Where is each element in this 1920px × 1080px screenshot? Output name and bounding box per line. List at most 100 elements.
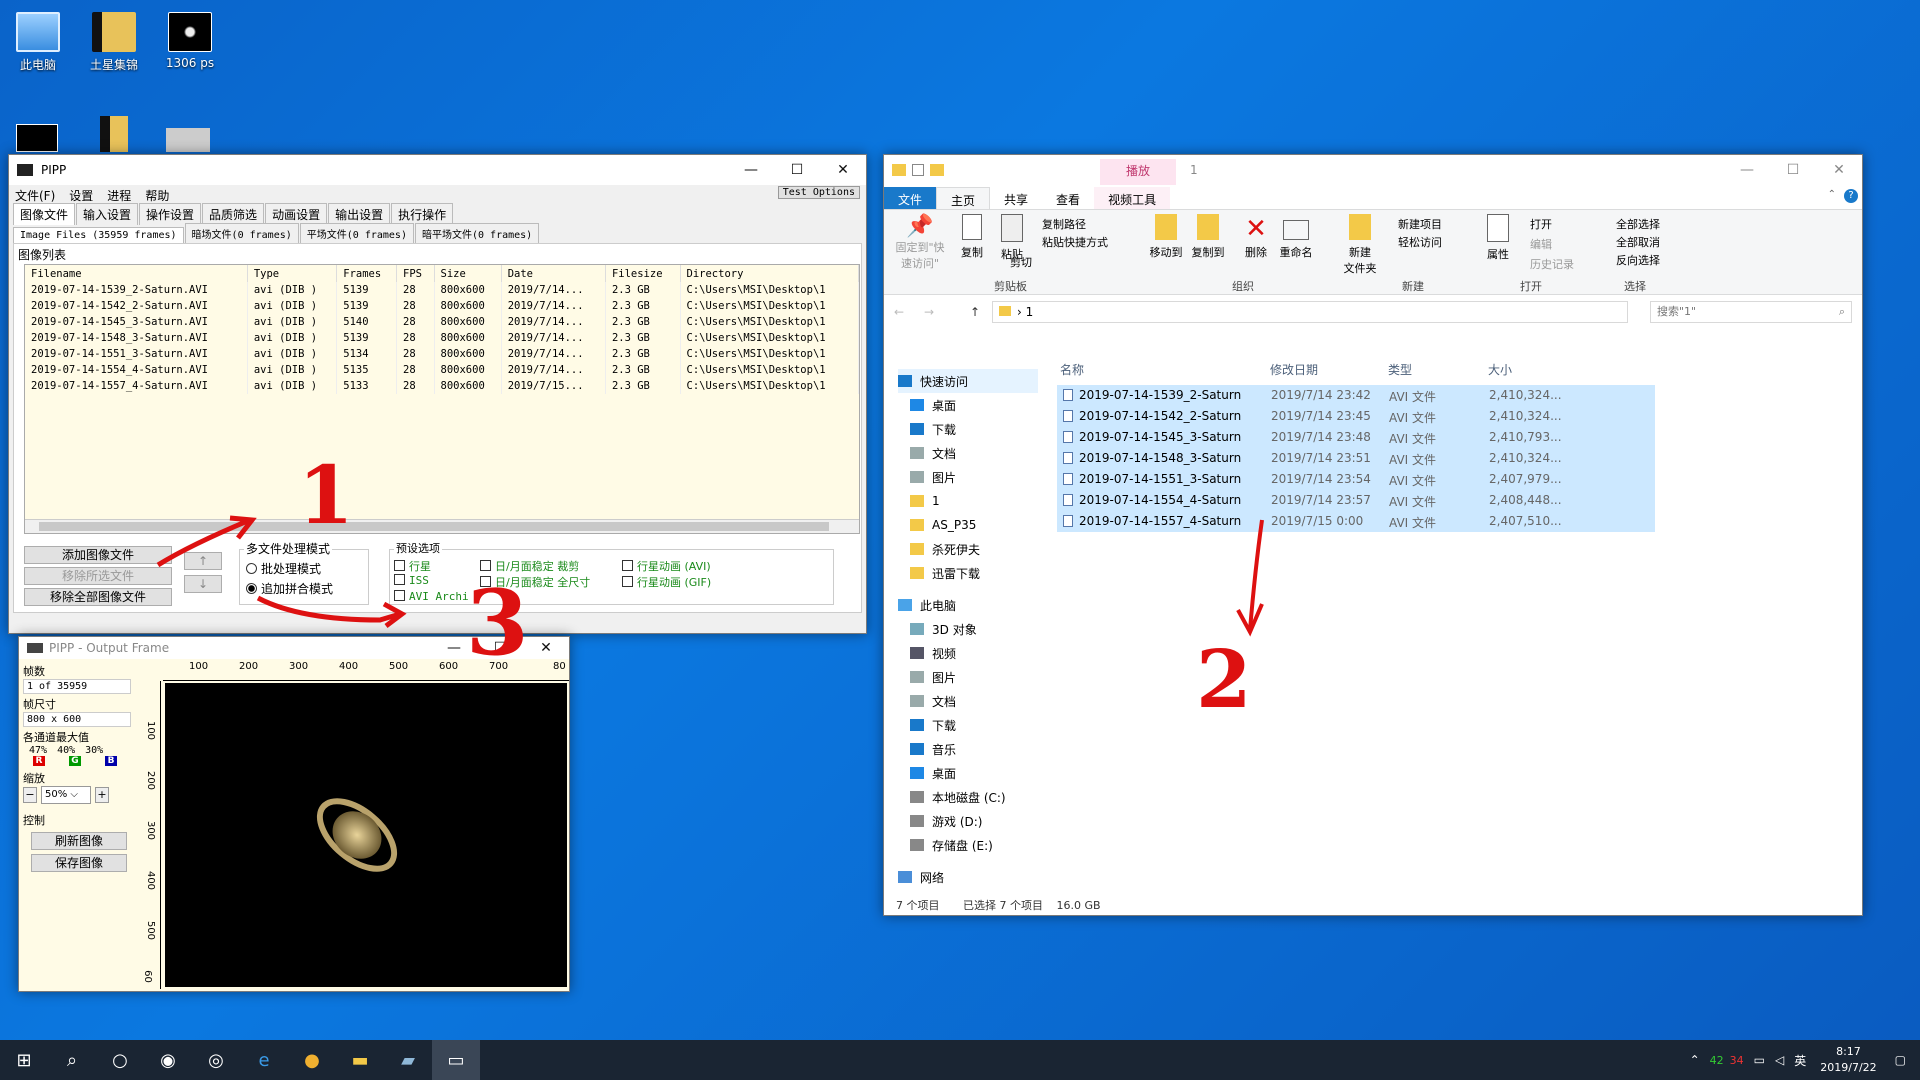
nav-item[interactable]: 桌面 (898, 393, 1038, 417)
file-row[interactable]: 2019-07-14-1545_3-Saturn 2019/7/14 23:48 A… (1057, 427, 1655, 448)
subtab-flats[interactable]: 平场文件(0 frames) (299, 223, 414, 243)
column-header[interactable]: Frames (336, 265, 398, 282)
chrome-icon[interactable]: ● (288, 1040, 336, 1080)
preset-anim-gif[interactable]: 行星动画 (GIF) (622, 574, 711, 590)
tab-share[interactable]: 共享 (990, 187, 1042, 209)
nav-item[interactable]: 文档 (898, 441, 1038, 465)
nav-item[interactable]: 文档 (898, 689, 1038, 713)
nav-item[interactable]: 1 (898, 489, 1038, 513)
back-icon[interactable]: ← (894, 305, 904, 319)
copy-path-button[interactable]: 复制路径 (1042, 216, 1086, 232)
table-row[interactable]: 2019-07-14-1545_3-Saturn.AVI avi (DIB ) 51… (25, 314, 859, 330)
table-row[interactable]: 2019-07-14-1551_3-Saturn.AVI avi (DIB ) 51… (25, 346, 859, 362)
subtab-darks[interactable]: 暗场文件(0 frames) (184, 223, 299, 243)
output-frame-canvas[interactable] (165, 683, 567, 987)
new-folder-button[interactable]: 新建 文件夹 (1340, 214, 1380, 276)
nav-item[interactable]: 快速访问 (898, 369, 1038, 393)
zoom-select[interactable]: 50% ⌵ (41, 786, 91, 804)
column-header[interactable]: FPS (396, 265, 435, 282)
column-header[interactable]: Size (434, 265, 502, 282)
file-row[interactable]: 2019-07-14-1557_4-Saturn 2019/7/15 0:00 AV… (1057, 511, 1655, 532)
subtab-darkflats[interactable]: 暗平场文件(0 frames) (414, 223, 540, 243)
volume-icon[interactable]: ◁ (1775, 1053, 1784, 1067)
maximize-icon[interactable]: ☐ (1770, 155, 1816, 185)
tab-quality[interactable]: 品质筛选 (202, 203, 265, 225)
column-header[interactable]: Directory (680, 265, 859, 282)
select-none-button[interactable]: 全部取消 (1616, 234, 1660, 250)
file-row[interactable]: 2019-07-14-1551_3-Saturn 2019/7/14 23:54 A… (1057, 469, 1655, 490)
nav-item[interactable]: 此电脑 (898, 593, 1038, 617)
tab-file[interactable]: 文件 (884, 187, 937, 209)
nav-item[interactable]: 下载 (898, 417, 1038, 441)
remove-all-button[interactable]: 移除全部图像文件 (24, 588, 172, 606)
file-row[interactable]: 2019-07-14-1539_2-Saturn 2019/7/14 23:42 A… (1057, 385, 1655, 406)
join-mode-radio[interactable]: 追加拼合模式 (246, 580, 333, 597)
easy-access-button[interactable]: 轻松访问 (1398, 234, 1442, 250)
pin-quick-access-button[interactable]: 📌 固定到"快 速访问" (892, 214, 948, 271)
table-row[interactable]: 2019-07-14-1539_2-Saturn.AVI avi (DIB ) 51… (25, 282, 859, 298)
tab-image-files[interactable]: 图像文件 (13, 203, 76, 225)
preset-avi-archive[interactable]: AVI Archi (394, 590, 469, 603)
close-icon[interactable]: ✕ (523, 637, 569, 659)
nav-item[interactable]: 视频 (898, 641, 1038, 665)
menu-file[interactable]: 文件(F) (15, 187, 55, 204)
desktop-icon-this-pc[interactable]: 此电脑 (6, 12, 70, 73)
app-icon[interactable]: ◎ (192, 1040, 240, 1080)
steam-icon[interactable]: ◉ (144, 1040, 192, 1080)
table-row[interactable]: 2019-07-14-1557_4-Saturn.AVI avi (DIB ) 51… (25, 378, 859, 394)
search-input[interactable]: 搜索"1" ⌕ (1650, 301, 1852, 323)
history-button[interactable]: 历史记录 (1530, 256, 1574, 272)
tab-view[interactable]: 查看 (1042, 187, 1094, 209)
edit-button[interactable]: 编辑 (1530, 236, 1552, 252)
tab-animation[interactable]: 动画设置 (265, 203, 328, 225)
nav-item[interactable]: 桌面 (898, 761, 1038, 785)
nav-item[interactable]: 音乐 (898, 737, 1038, 761)
nav-item[interactable]: 本地磁盘 (C:) (898, 785, 1038, 809)
preset-planet[interactable]: 行星 (394, 558, 431, 574)
properties-button[interactable]: 属性 (1480, 214, 1516, 262)
task-view-icon[interactable]: ○ (96, 1040, 144, 1080)
new-item-button[interactable]: 新建项目 (1398, 216, 1442, 232)
tray-chevron-icon[interactable]: ⌃ (1690, 1053, 1700, 1067)
rename-button[interactable]: 重命名 (1276, 214, 1316, 260)
close-icon[interactable]: ✕ (820, 155, 866, 185)
column-type[interactable]: 类型 (1388, 361, 1412, 378)
column-date[interactable]: 修改日期 (1270, 361, 1318, 378)
table-row[interactable]: 2019-07-14-1548_3-Saturn.AVI avi (DIB ) 51… (25, 330, 859, 346)
collapse-ribbon-icon[interactable]: ⌃ (1828, 189, 1836, 200)
move-up-button[interactable]: ↑ (184, 552, 222, 570)
copy-to-button[interactable]: 复制到 (1188, 214, 1228, 260)
desktop-icon-1306[interactable]: 1306 ps (158, 12, 222, 70)
nav-item[interactable]: 图片 (898, 665, 1038, 689)
tab-home[interactable]: 主页 (936, 187, 991, 209)
nav-item[interactable]: 下载 (898, 713, 1038, 737)
subtab-image-files[interactable]: Image Files (35959 frames) (13, 227, 184, 243)
nav-item[interactable]: 杀死伊夫 (898, 537, 1038, 561)
delete-button[interactable]: ✕ 删除 (1240, 214, 1272, 260)
menu-process[interactable]: 进程 (107, 187, 131, 204)
table-row[interactable]: 2019-07-14-1542_2-Saturn.AVI avi (DIB ) 51… (25, 298, 859, 314)
column-header[interactable]: Date (501, 265, 606, 282)
close-icon[interactable]: ✕ (1816, 155, 1862, 185)
nav-item[interactable]: 图片 (898, 465, 1038, 489)
file-row[interactable]: 2019-07-14-1554_4-Saturn 2019/7/14 23:57 A… (1057, 490, 1655, 511)
ime-indicator[interactable]: 英 (1794, 1052, 1806, 1069)
pipp-taskbar-icon[interactable]: ▭ (432, 1040, 480, 1080)
clock[interactable]: 8:17 2019/7/22 (1820, 1044, 1876, 1076)
notification-icon[interactable]: ▢ (1895, 1053, 1906, 1067)
refresh-image-button[interactable]: 刷新图像 (31, 832, 127, 850)
image-list[interactable]: Filename Type Frames FPS Size Date Filesize Dir… (24, 264, 860, 534)
nav-item[interactable]: 迅雷下载 (898, 561, 1038, 585)
remove-selected-button[interactable]: 移除所选文件 (24, 567, 172, 585)
tab-output[interactable]: 输出设置 (328, 203, 391, 225)
file-row[interactable]: 2019-07-14-1542_2-Saturn 2019/7/14 23:45 A… (1057, 406, 1655, 427)
column-size[interactable]: 大小 (1488, 361, 1512, 378)
nav-item[interactable]: 3D 对象 (898, 617, 1038, 641)
zoom-in-button[interactable]: + (95, 787, 109, 803)
tab-video-tools[interactable]: 视频工具 (1094, 187, 1171, 209)
menu-settings[interactable]: 设置 (69, 187, 93, 204)
column-header[interactable]: Type (247, 265, 338, 282)
column-name[interactable]: 名称 (1060, 361, 1084, 378)
address-bar[interactable]: › 1 (992, 301, 1628, 323)
zoom-out-button[interactable]: − (23, 787, 37, 803)
